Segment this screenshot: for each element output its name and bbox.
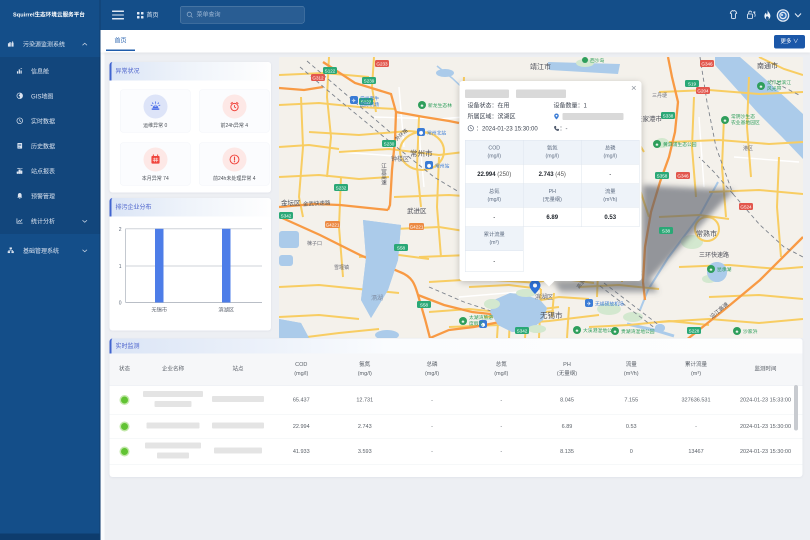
svg-text:南通市: 南通市 xyxy=(757,61,778,70)
svg-text:S122: S122 xyxy=(325,68,336,73)
svg-text:滆湖: 滆湖 xyxy=(371,294,383,302)
svg-text:度假区: 度假区 xyxy=(469,320,484,327)
svg-text:新龙生态林: 新龙生态林 xyxy=(428,102,452,109)
svg-text:常州市: 常州市 xyxy=(410,148,433,158)
svg-text:S230: S230 xyxy=(384,141,395,146)
svg-text:楝子口: 楝子口 xyxy=(307,240,322,247)
svg-text:♣: ♣ xyxy=(760,84,763,89)
svg-text:S228: S228 xyxy=(689,328,700,333)
svg-text:♣: ♣ xyxy=(710,267,713,272)
svg-text:✈: ✈ xyxy=(351,98,356,105)
svg-text:S58: S58 xyxy=(420,302,429,307)
svg-text:国际机场: 国际机场 xyxy=(360,101,379,108)
svg-text:S239: S239 xyxy=(364,78,375,83)
svg-text:靖江市: 靖江市 xyxy=(530,62,551,71)
svg-text:无锡市: 无锡市 xyxy=(151,306,167,314)
svg-text:S58: S58 xyxy=(397,245,406,250)
svg-text:0: 0 xyxy=(119,301,122,307)
svg-text:1: 1 xyxy=(119,264,122,270)
svg-text:♣: ♣ xyxy=(736,329,739,334)
svg-text:♣: ♣ xyxy=(462,319,465,324)
svg-text:⬢: ⬢ xyxy=(419,131,423,137)
svg-text:G346: G346 xyxy=(701,61,713,66)
svg-text:无锡市: 无锡市 xyxy=(540,310,563,320)
svg-text:贵湖湾湿地公园: 贵湖湾湿地公园 xyxy=(621,328,655,335)
svg-text:三环快速路: 三环快速路 xyxy=(699,251,729,259)
svg-text:♣: ♣ xyxy=(421,103,424,108)
svg-text:常州奔牛: 常州奔牛 xyxy=(360,95,379,102)
svg-text:G346: G346 xyxy=(677,173,689,178)
svg-text:S342: S342 xyxy=(281,213,292,218)
svg-text:沙家浜: 沙家浜 xyxy=(743,328,758,335)
svg-text:♣: ♣ xyxy=(576,328,579,333)
svg-text:西沙岛: 西沙岛 xyxy=(590,57,605,64)
svg-text:⬢: ⬢ xyxy=(427,164,431,170)
svg-text:港区: 港区 xyxy=(743,145,753,152)
svg-text:滨湖区: 滨湖区 xyxy=(535,293,553,301)
svg-text:雪堰镇: 雪堰镇 xyxy=(334,264,349,271)
svg-text:G312: G312 xyxy=(312,75,324,80)
svg-text:S19: S19 xyxy=(688,81,697,86)
svg-text:S232: S232 xyxy=(336,185,347,190)
svg-text:无锡硕放机场: 无锡硕放机场 xyxy=(595,301,624,308)
svg-text:黄泗浦生态公园: 黄泗浦生态公园 xyxy=(663,141,697,148)
svg-text:S38: S38 xyxy=(662,228,671,233)
svg-text:G4221: G4221 xyxy=(410,224,424,229)
svg-text:滨湖区: 滨湖区 xyxy=(218,306,234,314)
svg-text:G233: G233 xyxy=(376,61,388,66)
svg-text:农业基地园区: 农业基地园区 xyxy=(731,119,760,126)
svg-text:金坛区: 金坛区 xyxy=(281,198,301,207)
svg-text:常州北站: 常州北站 xyxy=(427,130,446,137)
svg-text:G524: G524 xyxy=(740,204,752,209)
svg-text:常州站: 常州站 xyxy=(435,163,450,170)
svg-text:太湖湾旅游: 太湖湾旅游 xyxy=(469,314,493,321)
svg-text:钟楼区: 钟楼区 xyxy=(391,155,409,163)
svg-text:G4221: G4221 xyxy=(326,222,340,227)
svg-text:常熟市: 常熟市 xyxy=(696,229,717,238)
svg-text:✈: ✈ xyxy=(587,301,592,308)
svg-text:昆承湖: 昆承湖 xyxy=(717,266,732,273)
svg-text:♣: ♣ xyxy=(724,118,727,123)
svg-text:S342: S342 xyxy=(517,328,528,333)
svg-text:江宜高速: 江宜高速 xyxy=(380,163,387,187)
svg-text:风光带: 风光带 xyxy=(767,85,782,92)
svg-text:三丹埂: 三丹埂 xyxy=(652,92,667,99)
svg-text:♣: ♣ xyxy=(656,142,659,147)
svg-text:常阴沙生态: 常阴沙生态 xyxy=(731,113,755,120)
svg-text:♣: ♣ xyxy=(614,329,617,334)
svg-text:2: 2 xyxy=(119,227,122,233)
svg-text:S338: S338 xyxy=(663,113,674,118)
svg-text:武进区: 武进区 xyxy=(407,206,427,215)
svg-text:S358: S358 xyxy=(657,173,668,178)
svg-text:龙爪岩滨江: 龙爪岩滨江 xyxy=(767,79,791,86)
svg-text:G204: G204 xyxy=(697,88,709,93)
